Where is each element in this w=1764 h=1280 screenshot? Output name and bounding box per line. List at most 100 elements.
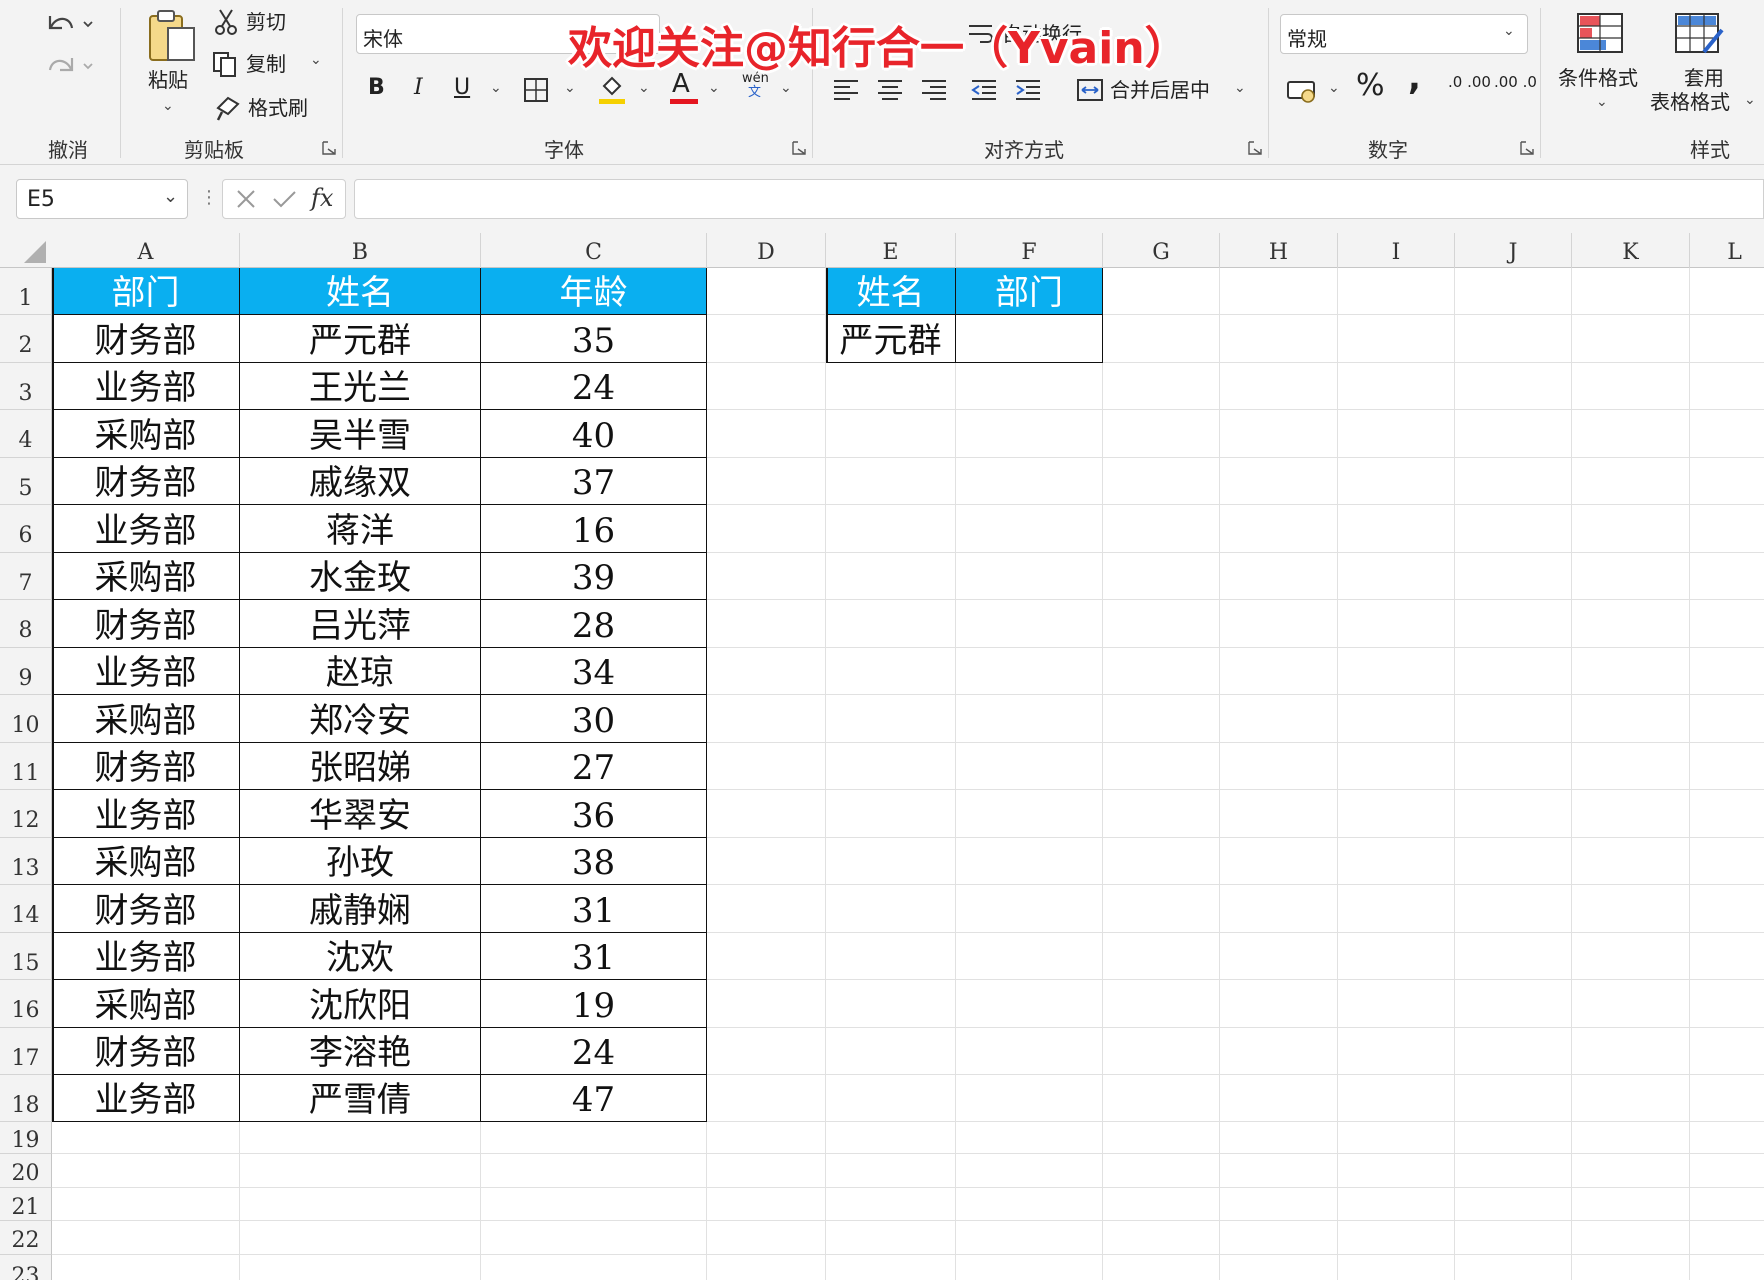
table-cell[interactable]: 36 — [481, 790, 707, 838]
merge-center-button[interactable]: 合并后居中 ⌄ — [1076, 74, 1256, 108]
borders-button[interactable] — [522, 76, 550, 108]
row-header-13[interactable]: 13 — [0, 838, 52, 885]
row-header-17[interactable]: 17 — [0, 1028, 52, 1075]
table-cell[interactable]: 严雪倩 — [240, 1075, 481, 1122]
undo-button[interactable] — [40, 6, 96, 42]
row-header-20[interactable]: 20 — [0, 1154, 52, 1188]
table-cell[interactable]: 李溶艳 — [240, 1028, 481, 1075]
table-cell[interactable]: 27 — [481, 743, 707, 790]
paste-button[interactable]: 粘贴 ⌄ — [140, 6, 200, 116]
row-header-21[interactable]: 21 — [0, 1188, 52, 1221]
table-cell[interactable]: 采购部 — [52, 695, 240, 743]
table-cell[interactable]: 财务部 — [52, 1028, 240, 1075]
row-header-6[interactable]: 6 — [0, 505, 52, 553]
table-cell[interactable]: 47 — [481, 1075, 707, 1122]
chevron-down-icon[interactable]: ⌄ — [780, 80, 792, 96]
table-cell[interactable]: 业务部 — [52, 933, 240, 980]
table-cell[interactable]: 24 — [481, 363, 707, 410]
column-header-b[interactable]: B — [240, 233, 481, 268]
table-cell[interactable]: 严元群 — [240, 315, 481, 363]
number-format-dropdown[interactable]: 常规 ⌄ — [1280, 14, 1528, 54]
row-header-22[interactable]: 22 — [0, 1221, 52, 1255]
chevron-down-icon[interactable]: ⌄ — [490, 80, 502, 96]
table-cell[interactable]: 赵琼 — [240, 648, 481, 695]
column-header-h[interactable]: H — [1220, 233, 1338, 268]
row-header-12[interactable]: 12 — [0, 790, 52, 838]
table-cell[interactable]: 28 — [481, 600, 707, 648]
table-cell[interactable]: 财务部 — [52, 458, 240, 505]
number-launcher-icon[interactable] — [1520, 140, 1534, 155]
table-cell[interactable]: 沈欣阳 — [240, 980, 481, 1028]
column-header-i[interactable]: I — [1338, 233, 1455, 268]
table-cell[interactable]: 40 — [481, 410, 707, 458]
column-header-l[interactable]: L — [1690, 233, 1764, 268]
bold-button[interactable]: B — [368, 76, 385, 100]
row-header-1[interactable]: 1 — [0, 268, 52, 315]
row-header-8[interactable]: 8 — [0, 600, 52, 648]
accounting-format-button[interactable] — [1286, 76, 1318, 108]
table-cell[interactable]: 19 — [481, 980, 707, 1028]
splitter-handle[interactable]: ⋮ — [200, 187, 218, 208]
table-cell[interactable]: 财务部 — [52, 315, 240, 363]
name-box[interactable]: E5 ⌄ — [16, 179, 188, 219]
insert-function-button[interactable]: fx — [311, 184, 333, 212]
table-cell[interactable]: 16 — [481, 505, 707, 553]
row-header-11[interactable]: 11 — [0, 743, 52, 790]
table-cell[interactable]: 财务部 — [52, 885, 240, 933]
increase-indent-button[interactable] — [1014, 78, 1042, 106]
row-header-14[interactable]: 14 — [0, 885, 52, 933]
table-cell[interactable]: 王光兰 — [240, 363, 481, 410]
font-launcher-icon[interactable] — [792, 140, 806, 155]
align-right-button[interactable] — [920, 78, 948, 106]
table-cell[interactable]: 采购部 — [52, 553, 240, 600]
table-cell[interactable]: 业务部 — [52, 363, 240, 410]
table-cell[interactable]: 财务部 — [52, 743, 240, 790]
table-cell[interactable]: 戚缘双 — [240, 458, 481, 505]
lookup-header-cell[interactable]: 姓名 — [826, 268, 956, 315]
table-cell[interactable]: 华翠安 — [240, 790, 481, 838]
copy-button[interactable]: 复制 ⌄ — [212, 50, 328, 80]
column-header-e[interactable]: E — [826, 233, 956, 268]
row-header-3[interactable]: 3 — [0, 363, 52, 410]
chevron-down-icon[interactable]: ⌄ — [708, 80, 720, 96]
table-cell[interactable]: 郑冷安 — [240, 695, 481, 743]
table-cell[interactable]: 孙玫 — [240, 838, 481, 885]
row-header-15[interactable]: 15 — [0, 933, 52, 980]
table-cell[interactable]: 沈欢 — [240, 933, 481, 980]
column-header-k[interactable]: K — [1572, 233, 1690, 268]
increase-decimal-button[interactable]: .0 .00 — [1446, 74, 1491, 108]
table-cell[interactable]: 35 — [481, 315, 707, 363]
lookup-cell[interactable]: 严元群 — [826, 315, 956, 363]
select-all-icon[interactable] — [0, 233, 52, 268]
alignment-launcher-icon[interactable] — [1248, 140, 1262, 155]
chevron-down-icon[interactable]: ⌄ — [638, 80, 650, 96]
redo-button[interactable] — [40, 48, 96, 84]
table-cell[interactable]: 财务部 — [52, 600, 240, 648]
table-cell[interactable]: 31 — [481, 933, 707, 980]
table-cell[interactable]: 业务部 — [52, 505, 240, 553]
row-header-5[interactable]: 5 — [0, 458, 52, 505]
table-cell[interactable]: 34 — [481, 648, 707, 695]
table-cell[interactable]: 业务部 — [52, 1075, 240, 1122]
format-painter-button[interactable]: 格式刷 — [212, 94, 322, 124]
lookup-cell[interactable] — [956, 315, 1103, 363]
column-header-d[interactable]: D — [707, 233, 826, 268]
clipboard-launcher-icon[interactable] — [322, 140, 336, 155]
row-header-9[interactable]: 9 — [0, 648, 52, 695]
fill-color-button[interactable] — [596, 72, 628, 110]
table-cell[interactable]: 蒋洋 — [240, 505, 481, 553]
confirm-icon[interactable] — [269, 184, 299, 214]
table-cell[interactable]: 37 — [481, 458, 707, 505]
table-cell[interactable]: 业务部 — [52, 648, 240, 695]
chevron-down-icon[interactable]: ⌄ — [564, 80, 576, 96]
table-cell[interactable]: 业务部 — [52, 790, 240, 838]
row-header-19[interactable]: 19 — [0, 1122, 52, 1154]
column-header-c[interactable]: C — [481, 233, 707, 268]
row-header-10[interactable]: 10 — [0, 695, 52, 743]
decrease-indent-button[interactable] — [970, 78, 998, 106]
table-cell[interactable]: 张昭娣 — [240, 743, 481, 790]
align-center-button[interactable] — [876, 78, 904, 106]
conditional-format-button[interactable]: 条件格式 ⌄ — [1556, 8, 1648, 114]
cancel-icon[interactable] — [231, 184, 261, 214]
table-cell[interactable]: 采购部 — [52, 410, 240, 458]
